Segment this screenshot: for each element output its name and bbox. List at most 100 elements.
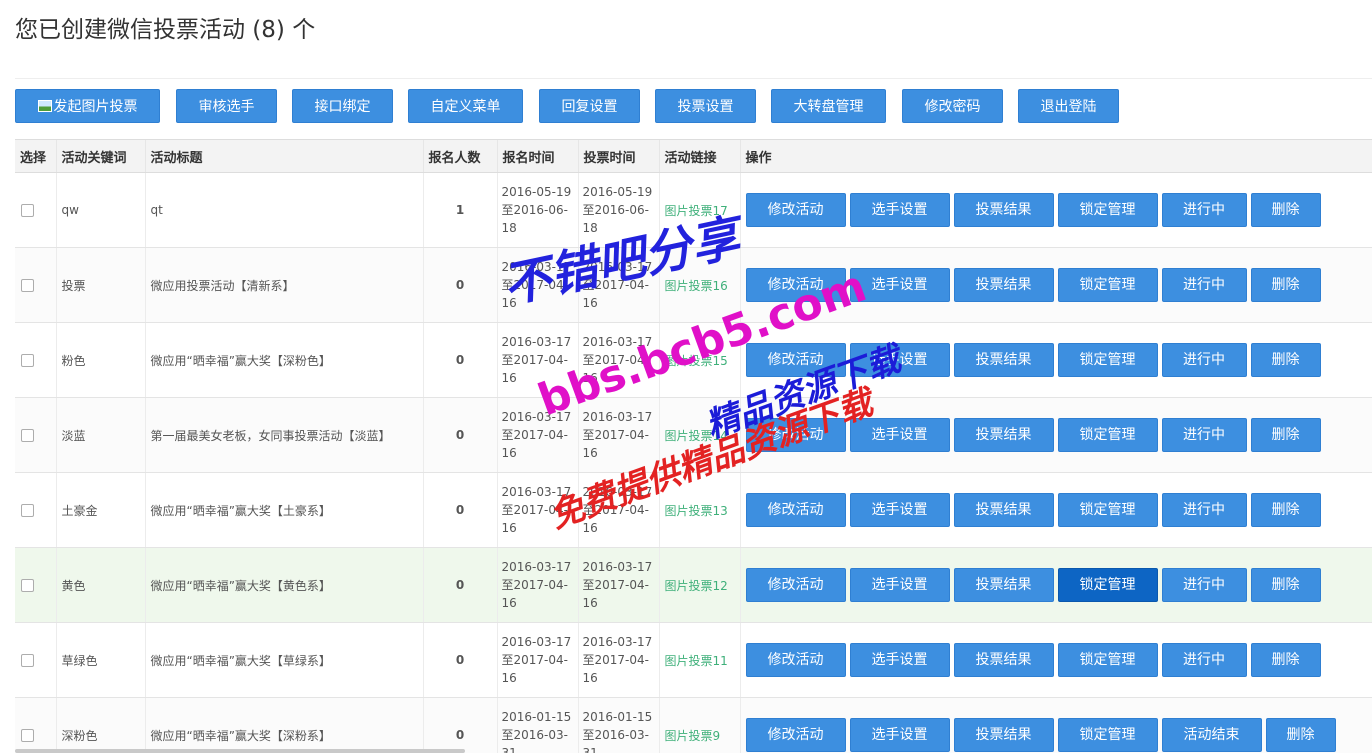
lock-management-button[interactable]: 锁定管理 <box>1057 718 1158 752</box>
lock-management-button[interactable]: 锁定管理 <box>1057 568 1158 602</box>
row-activity-link[interactable]: 图片投票11 <box>665 654 728 668</box>
row-checkbox[interactable] <box>21 503 34 517</box>
reply-settings-button[interactable]: 回复设置 <box>539 89 640 123</box>
wheel-management-button[interactable]: 大转盘管理 <box>771 89 886 123</box>
vote-results-button[interactable]: 投票结果 <box>953 568 1054 602</box>
status-button[interactable]: 活动结束 <box>1161 718 1262 752</box>
row-signup-count: 0 <box>422 622 497 698</box>
row-vote-time: 2016-03-17 至2017-04- 16 <box>577 247 659 323</box>
row-title: qt <box>144 172 423 248</box>
row-checkbox[interactable] <box>21 578 34 592</box>
row-keyword: 土豪金 <box>55 472 145 548</box>
edit-activity-button[interactable]: 修改活动 <box>745 343 846 377</box>
delete-button[interactable]: 删除 <box>1250 268 1321 302</box>
lock-management-button[interactable]: 锁定管理 <box>1057 493 1158 527</box>
contestant-settings-button[interactable]: 选手设置 <box>849 718 950 752</box>
row-signup-time: 2016-03-17 至2017-04- 16 <box>496 547 578 623</box>
row-signup-count: 0 <box>422 547 497 623</box>
row-actions: 修改活动 选手设置 投票结果 锁定管理 进行中 删除 <box>739 247 1372 323</box>
row-activity-link[interactable]: 图片投票15 <box>665 354 728 368</box>
header-signup-time: 报名时间 <box>496 139 578 173</box>
row-checkbox[interactable] <box>21 203 34 217</box>
vote-results-button[interactable]: 投票结果 <box>953 193 1054 227</box>
lock-management-button[interactable]: 锁定管理 <box>1057 643 1158 677</box>
row-title: 微应用“晒幸福”赢大奖【深粉色】 <box>144 322 423 398</box>
custom-menu-button[interactable]: 自定义菜单 <box>408 89 523 123</box>
edit-activity-button[interactable]: 修改活动 <box>745 718 846 752</box>
lock-management-button[interactable]: 锁定管理 <box>1057 268 1158 302</box>
header-signups: 报名人数 <box>422 139 497 173</box>
horizontal-scrollbar[interactable] <box>15 749 465 753</box>
contestant-settings-button[interactable]: 选手设置 <box>849 643 950 677</box>
edit-activity-button[interactable]: 修改活动 <box>745 568 846 602</box>
edit-activity-button[interactable]: 修改活动 <box>745 643 846 677</box>
row-signup-count: 0 <box>422 697 497 753</box>
row-signup-time: 2016-01-15 至2016-03- 31 <box>496 697 578 753</box>
status-button[interactable]: 进行中 <box>1161 193 1247 227</box>
status-button[interactable]: 进行中 <box>1161 643 1247 677</box>
delete-button[interactable]: 删除 <box>1250 193 1321 227</box>
row-checkbox[interactable] <box>21 728 34 742</box>
contestant-settings-button[interactable]: 选手设置 <box>849 568 950 602</box>
row-checkbox[interactable] <box>21 653 34 667</box>
header-actions: 操作 <box>739 139 1372 173</box>
row-keyword: 淡蓝 <box>55 397 145 473</box>
status-button[interactable]: 进行中 <box>1161 568 1247 602</box>
delete-button[interactable]: 删除 <box>1250 418 1321 452</box>
vote-results-button[interactable]: 投票结果 <box>953 418 1054 452</box>
row-activity-link[interactable]: 图片投票13 <box>665 504 728 518</box>
vote-results-button[interactable]: 投票结果 <box>953 268 1054 302</box>
delete-button[interactable]: 删除 <box>1250 643 1321 677</box>
row-signup-count: 0 <box>422 472 497 548</box>
edit-activity-button[interactable]: 修改活动 <box>745 268 846 302</box>
delete-button[interactable]: 删除 <box>1265 718 1336 752</box>
contestant-settings-button[interactable]: 选手设置 <box>849 193 950 227</box>
status-button[interactable]: 进行中 <box>1161 343 1247 377</box>
row-activity-link[interactable]: 图片投票12 <box>665 579 728 593</box>
contestant-settings-button[interactable]: 选手设置 <box>849 493 950 527</box>
row-actions: 修改活动 选手设置 投票结果 锁定管理 进行中 删除 <box>739 397 1372 473</box>
delete-button[interactable]: 删除 <box>1250 568 1321 602</box>
table-row: 淡蓝 第一届最美女老板，女同事投票活动【淡蓝】 0 2016-03-17 至20… <box>15 397 1372 473</box>
edit-activity-button[interactable]: 修改活动 <box>745 493 846 527</box>
row-checkbox[interactable] <box>21 353 34 367</box>
contestant-settings-button[interactable]: 选手设置 <box>849 268 950 302</box>
vote-results-button[interactable]: 投票结果 <box>953 493 1054 527</box>
row-activity-link[interactable]: 图片投票9 <box>665 729 721 743</box>
status-button[interactable]: 进行中 <box>1161 268 1247 302</box>
header-title: 活动标题 <box>144 139 423 173</box>
row-vote-time: 2016-01-15 至2016-03- 31 <box>577 697 659 753</box>
status-button[interactable]: 进行中 <box>1161 493 1247 527</box>
row-checkbox[interactable] <box>21 428 34 442</box>
delete-button[interactable]: 删除 <box>1250 343 1321 377</box>
row-activity-link[interactable]: 图片投票14 <box>665 429 728 443</box>
page-title: 您已创建微信投票活动 (8) 个 <box>15 17 316 43</box>
row-signup-time: 2016-05-19 至2016-06- 18 <box>496 172 578 248</box>
interface-binding-button[interactable]: 接口绑定 <box>292 89 393 123</box>
row-vote-time: 2016-03-17 至2017-04- 16 <box>577 472 659 548</box>
review-contestants-button[interactable]: 审核选手 <box>176 89 277 123</box>
create-photo-vote-button[interactable]: 发起图片投票 <box>15 89 160 123</box>
row-checkbox[interactable] <box>21 278 34 292</box>
lock-management-button[interactable]: 锁定管理 <box>1057 418 1158 452</box>
row-title: 微应用“晒幸福”赢大奖【深粉系】 <box>144 697 423 753</box>
contestant-settings-button[interactable]: 选手设置 <box>849 343 950 377</box>
table-row: 黄色 微应用“晒幸福”赢大奖【黄色系】 0 2016-03-17 至2017-0… <box>15 547 1372 623</box>
row-keyword: 粉色 <box>55 322 145 398</box>
row-activity-link[interactable]: 图片投票17 <box>665 204 728 218</box>
lock-management-button[interactable]: 锁定管理 <box>1057 193 1158 227</box>
delete-button[interactable]: 删除 <box>1250 493 1321 527</box>
vote-settings-button[interactable]: 投票设置 <box>655 89 756 123</box>
row-activity-link[interactable]: 图片投票16 <box>665 279 728 293</box>
edit-activity-button[interactable]: 修改活动 <box>745 418 846 452</box>
logout-button[interactable]: 退出登陆 <box>1018 89 1119 123</box>
vote-results-button[interactable]: 投票结果 <box>953 718 1054 752</box>
contestant-settings-button[interactable]: 选手设置 <box>849 418 950 452</box>
lock-management-button[interactable]: 锁定管理 <box>1057 343 1158 377</box>
edit-activity-button[interactable]: 修改活动 <box>745 193 846 227</box>
vote-results-button[interactable]: 投票结果 <box>953 643 1054 677</box>
status-button[interactable]: 进行中 <box>1161 418 1247 452</box>
change-password-button[interactable]: 修改密码 <box>902 89 1003 123</box>
vote-results-button[interactable]: 投票结果 <box>953 343 1054 377</box>
table-header-row: 选择 活动关键词 活动标题 报名人数 报名时间 投票时间 活动链接 操作 <box>15 139 1372 173</box>
